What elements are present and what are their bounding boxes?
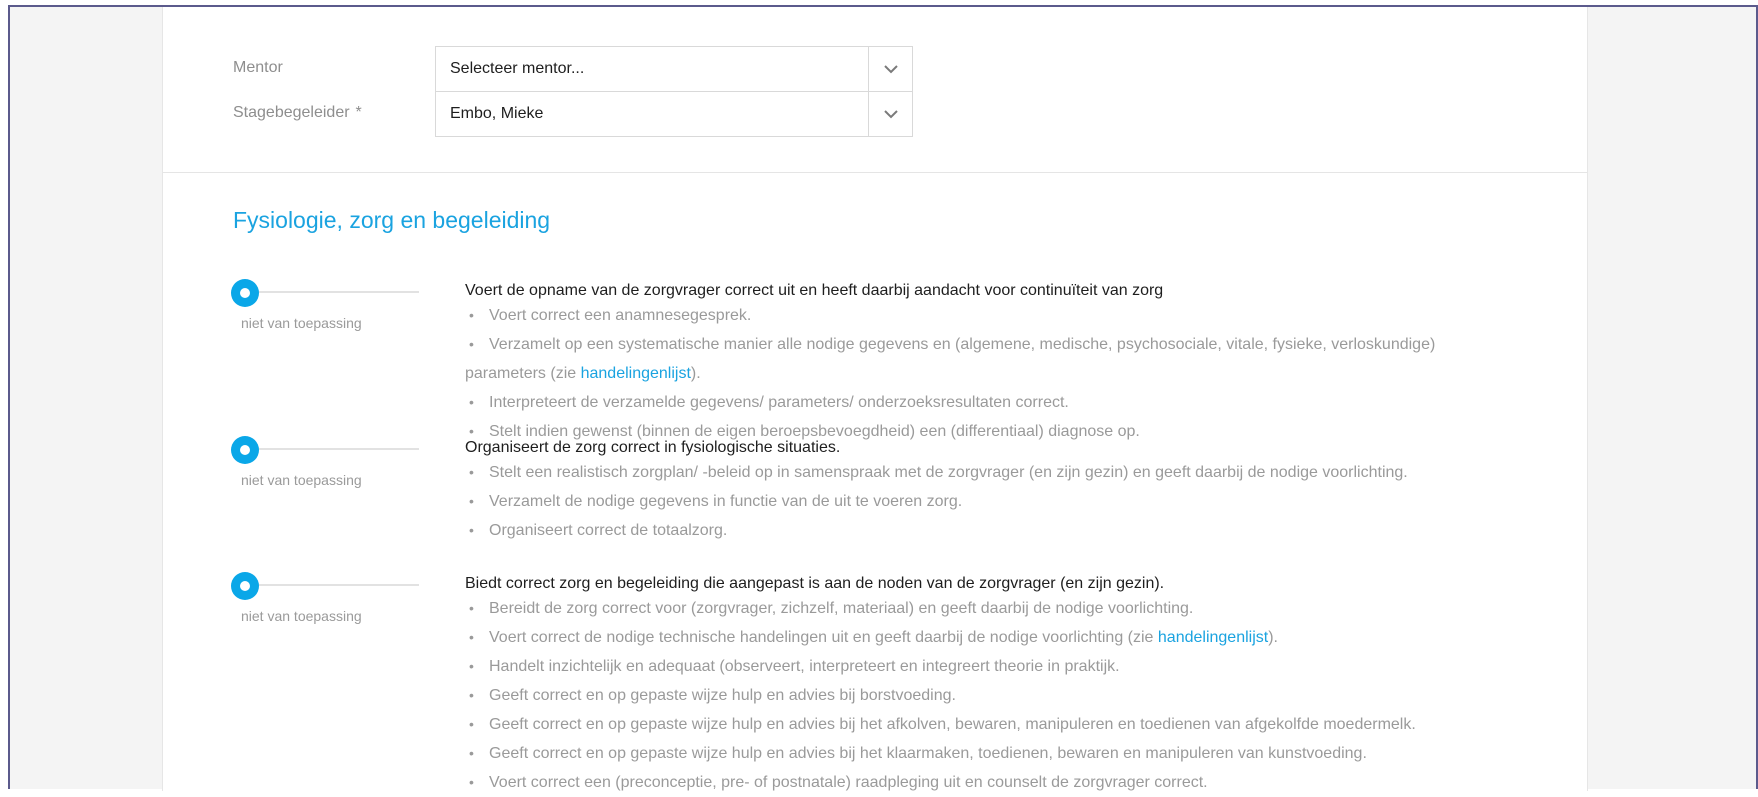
bullet-after-text: ). bbox=[1268, 629, 1278, 646]
rating-slider-2[interactable] bbox=[231, 436, 421, 464]
bullet-cont-text: parameters (zie bbox=[465, 365, 581, 382]
criterion-3-text: Biedt correct zorg en begeleiding die aa… bbox=[465, 574, 1555, 797]
assignment-section: Mentor Selecteer mentor... Stagebegeleid… bbox=[163, 7, 1587, 173]
list-item: Geeft correct en op gepaste wijze hulp e… bbox=[465, 710, 1555, 739]
bullet-text: Voert correct een anamnesegesprek. bbox=[489, 307, 752, 324]
bullet-text: Voert correct een (preconceptie, pre- of… bbox=[489, 774, 1208, 791]
bullet-text: Bereidt de zorg correct voor (zorgvrager… bbox=[489, 600, 1194, 617]
bullet-text: Geeft correct en op gepaste wijze hulp e… bbox=[489, 687, 956, 704]
criterion-3-title: Biedt correct zorg en begeleiding die aa… bbox=[465, 575, 1165, 592]
list-item: Verzamelt de nodige gegevens in functie … bbox=[465, 487, 1555, 516]
list-item: Voert correct een (preconceptie, pre- of… bbox=[465, 768, 1555, 797]
mentor-dropdown-toggle[interactable] bbox=[868, 47, 912, 91]
criterion-2-title: Organiseert de zorg correct in fysiologi… bbox=[465, 439, 841, 456]
list-item: Organiseert correct de totaalzorg. bbox=[465, 516, 1555, 545]
stagebegeleider-label-text: Stagebegeleider bbox=[233, 104, 350, 121]
bullet-text: Handelt inzichtelijk en adequaat (observ… bbox=[489, 658, 1120, 675]
slider-handle[interactable] bbox=[231, 279, 259, 307]
mentor-select[interactable]: Selecteer mentor... bbox=[435, 46, 913, 92]
chevron-down-icon bbox=[884, 110, 898, 119]
slider-handle[interactable] bbox=[231, 572, 259, 600]
rating-label-3: niet van toepassing bbox=[241, 608, 362, 624]
mentor-label: Mentor bbox=[233, 59, 283, 76]
bullet-text: Verzamelt op een systematische manier al… bbox=[489, 336, 1436, 353]
bullet-continuation: parameters (zie handelingenlijst). bbox=[465, 359, 1555, 388]
stagebegeleider-dropdown-toggle[interactable] bbox=[868, 92, 912, 136]
list-item: Handelt inzichtelijk en adequaat (observ… bbox=[465, 652, 1555, 681]
list-item: Voert correct de nodige technische hande… bbox=[465, 623, 1555, 652]
form-card: Mentor Selecteer mentor... Stagebegeleid… bbox=[162, 7, 1588, 797]
handelingenlijst-link[interactable]: handelingenlijst bbox=[581, 365, 691, 382]
criterion-1-title: Voert de opname van de zorgvrager correc… bbox=[465, 282, 1164, 299]
slider-track[interactable] bbox=[241, 448, 419, 450]
list-item: Voert correct een anamnesegesprek. bbox=[465, 301, 1555, 330]
criterion-2-bullets: Stelt een realistisch zorgplan/ -beleid … bbox=[465, 458, 1555, 545]
criterion-1-text: Voert de opname van de zorgvrager correc… bbox=[465, 281, 1555, 446]
required-mark: * bbox=[355, 104, 362, 121]
criterion-2-text: Organiseert de zorg correct in fysiologi… bbox=[465, 438, 1555, 545]
bullet-text: Voert correct de nodige technische hande… bbox=[489, 629, 1158, 646]
mentor-select-value: Selecteer mentor... bbox=[450, 60, 585, 77]
bullet-text: Geeft correct en op gepaste wijze hulp e… bbox=[489, 745, 1367, 762]
slider-handle[interactable] bbox=[231, 436, 259, 464]
bullet-text: Interpreteert de verzamelde gegevens/ pa… bbox=[489, 394, 1069, 411]
slider-track[interactable] bbox=[241, 584, 419, 586]
bullet-text: Stelt een realistisch zorgplan/ -beleid … bbox=[489, 464, 1408, 481]
window-frame: Mentor Selecteer mentor... Stagebegeleid… bbox=[8, 5, 1758, 797]
stagebegeleider-select[interactable]: Embo, Mieke bbox=[435, 91, 913, 137]
criterion-1-bullets: Voert correct een anamnesegesprek. Verza… bbox=[465, 301, 1555, 446]
handelingenlijst-link[interactable]: handelingenlijst bbox=[1158, 629, 1268, 646]
stagebegeleider-label: Stagebegeleider * bbox=[233, 104, 362, 122]
bullet-text: Verzamelt de nodige gegevens in functie … bbox=[489, 493, 963, 510]
section-title: Fysiologie, zorg en begeleiding bbox=[233, 207, 551, 233]
stagebegeleider-row: Stagebegeleider * Embo, Mieke bbox=[163, 91, 1587, 137]
list-item: Geeft correct en op gepaste wijze hulp e… bbox=[465, 739, 1555, 768]
rating-label-1: niet van toepassing bbox=[241, 315, 362, 331]
list-item: Geeft correct en op gepaste wijze hulp e… bbox=[465, 681, 1555, 710]
bullet-text: Organiseert correct de totaalzorg. bbox=[489, 522, 728, 539]
list-item: Stelt een realistisch zorgplan/ -beleid … bbox=[465, 458, 1555, 487]
bullet-after-text: ). bbox=[690, 365, 701, 382]
list-item: Bereidt de zorg correct voor (zorgvrager… bbox=[465, 594, 1555, 623]
mentor-row: Mentor Selecteer mentor... bbox=[163, 46, 1587, 92]
slider-track[interactable] bbox=[241, 291, 419, 293]
criterion-3-bullets: Bereidt de zorg correct voor (zorgvrager… bbox=[465, 594, 1555, 797]
list-item: Interpreteert de verzamelde gegevens/ pa… bbox=[465, 388, 1555, 417]
rating-slider-3[interactable] bbox=[231, 572, 421, 600]
bullet-text: Geeft correct en op gepaste wijze hulp e… bbox=[489, 716, 1416, 733]
rating-slider-1[interactable] bbox=[231, 279, 421, 307]
stagebegeleider-select-value: Embo, Mieke bbox=[450, 105, 544, 122]
chevron-down-icon bbox=[884, 65, 898, 74]
list-item: Verzamelt op een systematische manier al… bbox=[465, 330, 1555, 388]
rating-label-2: niet van toepassing bbox=[241, 472, 362, 488]
